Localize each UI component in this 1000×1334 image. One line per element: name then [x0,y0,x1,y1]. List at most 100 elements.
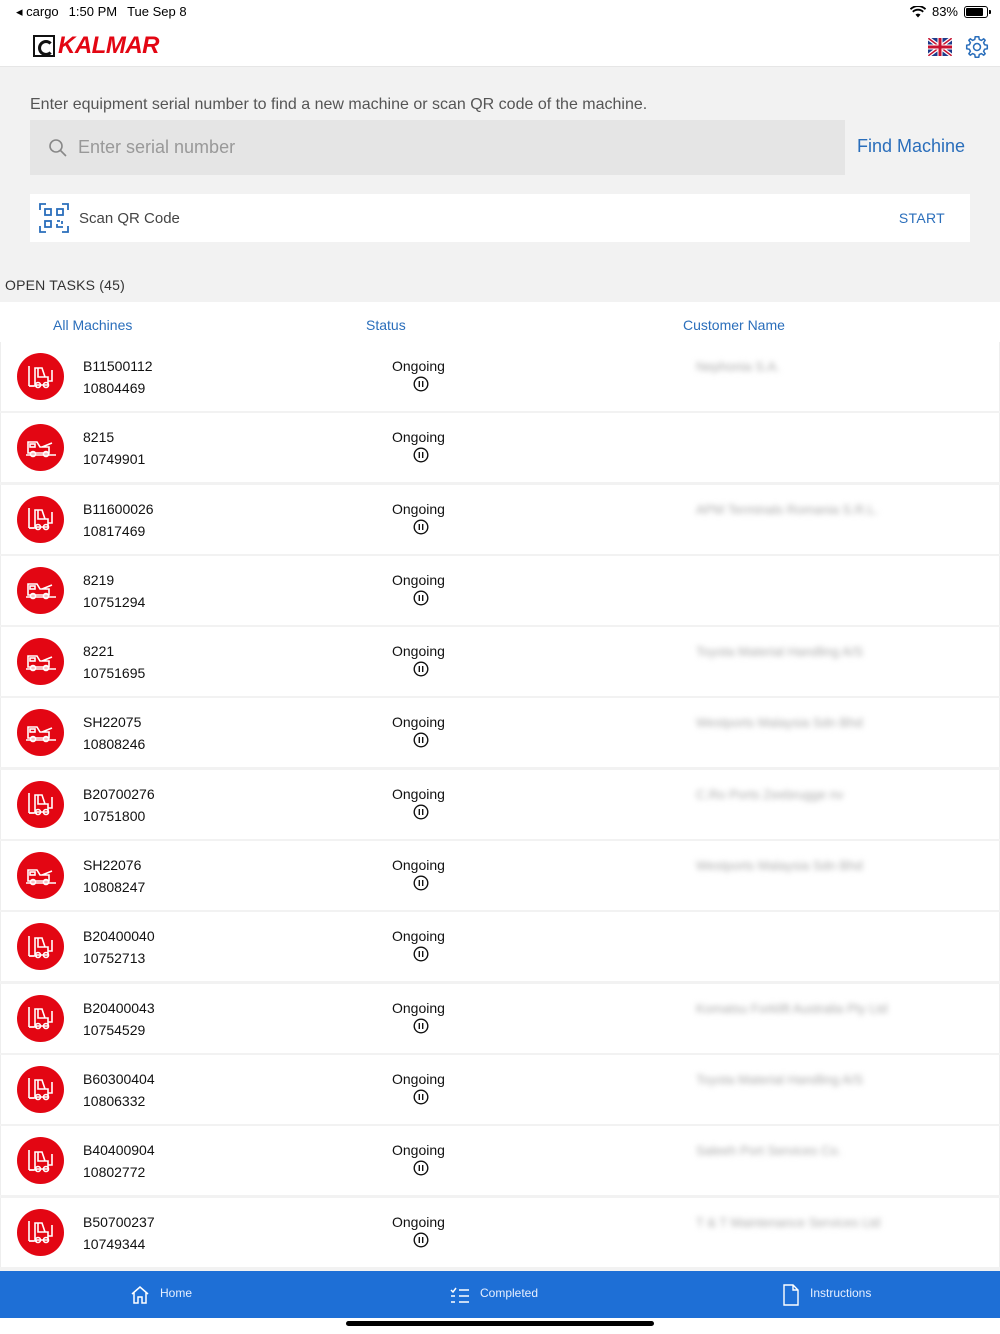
tab-home-label: Home [160,1285,193,1300]
completed-list-icon [450,1287,469,1303]
scan-qr-bar[interactable]: Scan QR Code START [30,194,970,242]
document-icon [783,1283,799,1306]
pause-icon[interactable] [413,732,429,748]
battery-icon [964,5,991,18]
customer-name-column[interactable]: Customer Name [683,317,785,333]
pause-icon[interactable] [413,519,429,535]
machine-number: 10751800 [83,807,146,824]
forklift-icon [27,508,53,531]
find-machine-button[interactable]: Find Machine [857,136,965,157]
task-status: Ongoing [392,358,445,374]
customer-name: Toyota Material Handling A/S [696,644,863,660]
customer-name: Westports Malaysia Sdn Bhd [696,715,863,731]
task-status: Ongoing [392,643,445,660]
status-column[interactable]: Status [366,317,406,333]
task-status: Ongoing [392,999,445,1016]
customer-name: APM Terminals Romania S.R.L. [696,501,879,517]
open-tasks-heading: OPEN TASKS (45) [5,277,125,293]
terminal-tractor-icon [25,654,56,671]
task-row[interactable]: B11500112 10804469 Ongoing Nephonia S.A. [0,342,1000,411]
home-icon [131,1285,149,1304]
customer-name: C.Ro Ports Zeebrugge nv [696,786,844,802]
customer-name: T & T Maintenance Services Ltd [696,1214,881,1230]
machine-number: 10817469 [83,522,146,539]
machine-number: 10749344 [83,1235,146,1252]
pause-icon[interactable] [413,875,429,891]
task-status: Ongoing [392,928,445,945]
task-status: Ongoing [392,857,445,874]
tab-instructions[interactable]: Instructions [782,1271,871,1318]
logo-text: KALMAR [58,32,159,59]
machine-avatar [17,353,64,400]
pause-icon[interactable] [413,946,429,962]
customer-name: Toyota Material Handling A/S [696,1071,863,1087]
task-row[interactable]: 8219 10751294 Ongoing [0,555,1000,625]
machine-serial: B60300404 [83,1070,155,1087]
gear-icon[interactable] [964,34,990,60]
serial-number-input[interactable] [78,137,778,158]
machine-avatar [17,566,64,614]
all-machines-column[interactable]: All Machines [53,317,132,333]
search-hint: Enter equipment serial number to find a … [30,96,648,113]
status-bar: ◂ cargo 1:50 PM Tue Sep 8 83% [0,0,1000,24]
tab-home[interactable]: Home [130,1271,192,1318]
uk-flag-icon[interactable] [928,38,952,56]
scan-qr-label: Scan QR Code [79,209,180,227]
task-row[interactable]: SH22076 10808247 Ongoing Westports Malaysia… [0,841,1000,911]
pause-icon[interactable] [413,804,429,820]
task-row[interactable]: SH22075 10808246 Ongoing Westports Malaysia… [0,698,1000,768]
kalmar-logo: KALMAR [33,32,159,60]
back-to-app-link[interactable]: ◂ cargo [16,4,59,20]
task-status: Ongoing [392,1142,445,1159]
machine-avatar [17,1208,64,1256]
logo-mark-icon [33,35,55,57]
task-row[interactable]: B40400904 10802772 Ongoing Saleeh Port Serv… [0,1126,1000,1196]
task-row[interactable]: B20700276 10751800 Ongoing C.Ro Ports Zeebr… [0,769,1000,839]
machine-number: 10749901 [83,451,146,468]
pause-icon[interactable] [413,376,429,392]
qr-code-icon [39,203,69,233]
battery-percent: 83% [931,4,958,19]
pause-icon[interactable] [413,1160,429,1176]
pause-icon[interactable] [413,1018,429,1034]
terminal-tractor-icon [25,868,56,885]
task-row[interactable]: B20400043 10754529 Ongoing Komatsu Forklift… [0,983,1000,1053]
customer-name: Nephonia S.A. [696,359,780,374]
terminal-tractor-icon [25,440,56,458]
pause-icon[interactable] [413,590,429,606]
task-column-headers: All Machines Status Customer Name [0,302,1000,342]
terminal-tractor-icon [25,583,56,600]
task-status: Ongoing [392,714,445,731]
pause-icon[interactable] [413,1089,429,1105]
machine-serial: B11600026 [83,500,154,517]
start-scan-button[interactable]: START [899,210,945,226]
machine-serial: B40400904 [83,1142,155,1159]
home-indicator[interactable] [346,1321,654,1326]
customer-name: Westports Malaysia Sdn Bhd [696,858,863,874]
task-row[interactable]: 8215 10749901 Ongoing [0,413,1000,483]
machine-number: 10802772 [83,1164,146,1181]
tab-instructions-label: Instructions [810,1285,872,1300]
machine-avatar [17,709,64,757]
machine-avatar [17,638,64,686]
serial-search-box[interactable] [30,120,845,175]
task-row[interactable]: B20400040 10752713 Ongoing [0,912,1000,982]
tab-completed-label: Completed [480,1285,539,1300]
machine-avatar [17,852,64,900]
forklift-icon [27,935,53,959]
machine-number: 10808246 [83,736,146,753]
task-row[interactable]: B50700237 10749344 Ongoing T & T Maintenanc… [0,1197,1000,1267]
task-row[interactable]: B60300404 10806332 Ongoing Toyota Material … [0,1054,1000,1124]
task-status: Ongoing [392,500,445,517]
pause-icon[interactable] [413,447,429,463]
machine-serial: SH22076 [83,857,142,874]
task-row[interactable]: 8221 10751695 Ongoing Toyota Material Handl… [0,627,1000,697]
pause-icon[interactable] [413,661,429,677]
bottom-tab-bar: Home Completed Instructions [0,1271,1000,1318]
task-row[interactable]: B11600026 10817469 Ongoing APM Terminals Ro… [0,484,1000,554]
pause-icon[interactable] [413,1232,429,1248]
app-header: KALMAR [0,24,1000,67]
machine-serial: B20400043 [83,999,155,1016]
customer-name: Saleeh Port Services Co. [696,1143,842,1159]
tab-completed[interactable]: Completed [450,1271,538,1318]
